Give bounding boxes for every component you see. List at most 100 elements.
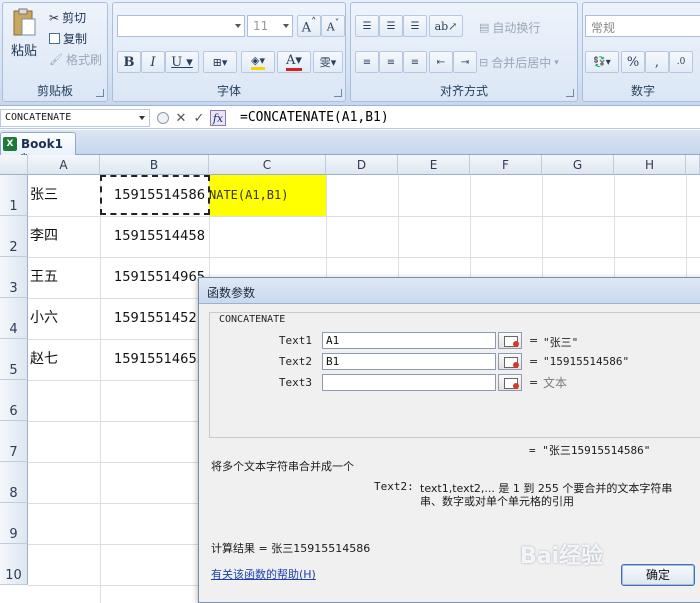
orientation-icon: ab↗ — [434, 19, 458, 33]
row-header-4[interactable]: 4 — [0, 298, 28, 339]
column-header-f[interactable]: F — [470, 155, 542, 175]
cell-b3[interactable]: 15915514965 — [100, 257, 209, 298]
orientation-button[interactable]: ab↗ — [429, 15, 463, 37]
format-painter-button[interactable]: 🖌 格式刷 — [49, 51, 102, 68]
text3-hint: 文本 — [543, 376, 568, 390]
row-header-5[interactable]: 5 — [0, 339, 28, 380]
wrap-text-button[interactable]: ▤ 自动换行 — [479, 19, 540, 36]
row-header-7[interactable]: 7 — [0, 421, 28, 462]
row-header-1[interactable]: 1 — [0, 175, 28, 216]
align-right-icon: ≡ — [410, 56, 420, 68]
ok-button[interactable]: 确定 — [621, 564, 695, 586]
chevron-down-icon — [283, 24, 289, 28]
formula-input[interactable]: =CONCATENATE(A1,B1) — [240, 110, 389, 125]
underline-button[interactable]: U ▾ — [165, 51, 199, 73]
formula-bar: CONCATENATE ✕ ✓ fx =CONCATENATE(A1,B1) — [0, 107, 700, 129]
column-header-d[interactable]: D — [326, 155, 398, 175]
border-button[interactable]: ⊞▾ — [203, 51, 237, 73]
overall-result: = "张三15915514586" — [529, 444, 651, 457]
column-header-c[interactable]: C — [209, 155, 326, 175]
cell-b2[interactable]: 15915514458 — [100, 216, 209, 257]
column-header-e[interactable]: E — [398, 155, 470, 175]
watermark-logo: Bai经验 — [520, 544, 604, 569]
column-header-b[interactable]: B — [100, 155, 209, 175]
text2-input[interactable]: B1 — [322, 353, 496, 370]
align-center-button[interactable]: ≡ — [379, 51, 403, 73]
cell-b5[interactable]: 15915514653 — [100, 339, 209, 380]
enter-check-icon[interactable]: ✓ — [191, 110, 207, 126]
cell-a2[interactable]: 李四 — [30, 216, 100, 257]
bold-button[interactable]: B — [117, 51, 141, 73]
comma-icon: , — [654, 54, 660, 70]
cell-a4[interactable]: 小六 — [30, 298, 100, 339]
font-launcher-icon[interactable] — [334, 89, 342, 97]
clipboard-group: 粘贴 ✂ 剪切 复制 🖌 格式刷 剪贴板 — [2, 2, 108, 102]
cell-c1-editing[interactable]: NATE(A1,B1) — [209, 175, 326, 216]
underline-icon: U ▾ — [171, 54, 193, 70]
font-name-combo[interactable] — [117, 15, 245, 37]
italic-button[interactable]: I — [141, 51, 165, 73]
merge-center-button[interactable]: ⊟ 合并后居中 ▾ — [479, 54, 559, 71]
clipboard-launcher-icon[interactable] — [96, 89, 104, 97]
decrease-indent-button[interactable]: ⇤ — [429, 51, 453, 73]
paste-button[interactable]: 粘贴 — [7, 7, 41, 59]
row-header-8[interactable]: 8 — [0, 462, 28, 503]
percent-button[interactable]: % — [621, 51, 645, 73]
comma-button[interactable]: , — [645, 51, 669, 73]
merge-icon: ⊟ — [479, 56, 489, 69]
insert-function-icon[interactable]: fx — [210, 110, 226, 126]
text3-range-picker-icon[interactable] — [498, 374, 522, 391]
font-group-label: 字体 — [216, 84, 241, 98]
copy-button[interactable]: 复制 — [49, 30, 87, 47]
text2-range-picker-icon[interactable] — [498, 353, 522, 370]
cell-a5[interactable]: 赵七 — [30, 339, 100, 380]
paste-icon — [13, 8, 36, 36]
font-size-value: 11 — [253, 19, 269, 33]
column-header-a[interactable]: A — [28, 155, 100, 175]
select-all-corner[interactable] — [0, 155, 28, 175]
column-header-i[interactable] — [686, 155, 700, 175]
column-header-h[interactable]: H — [614, 155, 686, 175]
row-header-3[interactable]: 3 — [0, 257, 28, 298]
row-header-6[interactable]: 6 — [0, 380, 28, 421]
align-bottom-button[interactable]: ☰ — [403, 15, 427, 37]
increase-indent-button[interactable]: ⇥ — [453, 51, 477, 73]
row-header-10[interactable]: 10 — [0, 544, 28, 585]
italic-icon: I — [150, 54, 156, 70]
text1-input[interactable]: A1 — [322, 332, 496, 349]
text1-range-picker-icon[interactable] — [498, 332, 522, 349]
align-right-button[interactable]: ≡ — [403, 51, 427, 73]
font-size-combo[interactable]: 11 — [247, 15, 293, 37]
cell-a3[interactable]: 王五 — [30, 257, 100, 298]
align-top-button[interactable]: ☰ — [355, 15, 379, 37]
text3-input[interactable] — [322, 374, 496, 391]
row-header-9[interactable]: 9 — [0, 503, 28, 544]
cell-b4[interactable]: 15915514521 — [100, 298, 209, 339]
column-header-g[interactable]: G — [542, 155, 614, 175]
currency-button[interactable]: 💱▾ — [585, 51, 619, 73]
shrink-font-button[interactable]: A˅ — [321, 15, 345, 37]
cancel-icon[interactable]: ✕ — [173, 110, 189, 126]
phonetic-button[interactable]: 雯▾ — [313, 51, 343, 73]
grow-font-button[interactable]: A˄ — [297, 15, 321, 37]
scissors-icon: ✂ — [49, 10, 60, 25]
arg-help-line2: 串、数字或对单个单元格的引用 — [420, 495, 574, 508]
font-color-button[interactable]: A▾ — [277, 51, 311, 73]
align-middle-button[interactable]: ☰ — [379, 15, 403, 37]
formula-bar-toggle-icon[interactable] — [155, 110, 171, 126]
align-middle-icon: ☰ — [386, 20, 396, 32]
alignment-launcher-icon[interactable] — [566, 89, 574, 97]
fill-color-button[interactable]: ◈▾ — [241, 51, 275, 73]
function-help-link[interactable]: 有关该函数的帮助(H) — [211, 566, 316, 582]
align-top-icon: ☰ — [362, 20, 372, 32]
align-left-button[interactable]: ≡ — [355, 51, 379, 73]
cell-a1[interactable]: 张三 — [30, 175, 100, 216]
cut-button[interactable]: ✂ 剪切 — [49, 9, 86, 26]
row-header-2[interactable]: 2 — [0, 216, 28, 257]
increase-decimal-button[interactable]: .0 — [669, 51, 693, 73]
number-format-combo[interactable]: 常规 — [585, 15, 700, 37]
name-box[interactable]: CONCATENATE — [0, 109, 150, 127]
workbook-tab[interactable]: X Book1 * — [0, 132, 76, 165]
calc-result: 计算结果 = 张三15915514586 — [211, 542, 371, 555]
ribbon: 粘贴 ✂ 剪切 复制 🖌 格式刷 剪贴板 11 A˄ A˅ B I U ▾ ⊞▾… — [0, 0, 700, 106]
